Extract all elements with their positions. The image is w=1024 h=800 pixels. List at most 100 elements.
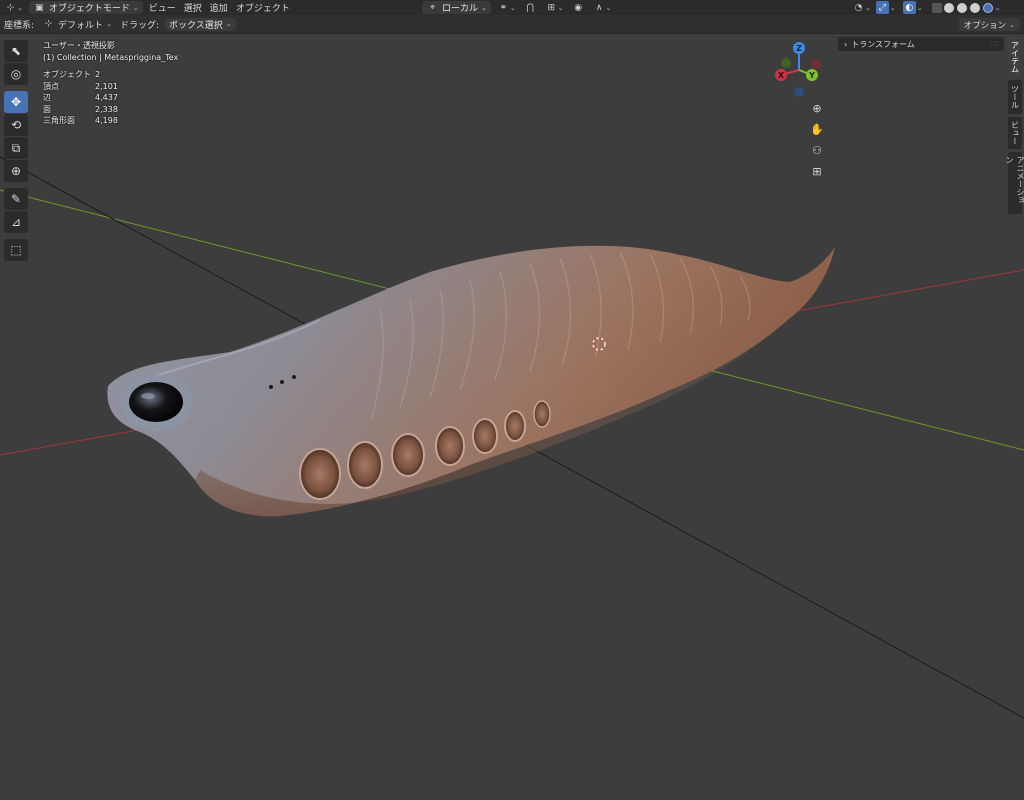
scene-statistics: オブジェクト 2 頂点 2,101 辺 4,437 面 2,338 三角形面 4,198	[43, 69, 178, 127]
scale-icon: ⧉	[11, 140, 21, 155]
grid-icon: ⊞	[812, 164, 822, 178]
menu-select[interactable]: 選択	[180, 1, 206, 14]
stat-value: 2	[95, 70, 101, 79]
falloff-button[interactable]: ∧ ⌄	[589, 1, 616, 14]
tab-animation[interactable]: アニメーション	[1005, 152, 1024, 214]
coord-system-dropdown[interactable]: ⊹ デフォルト ⌄	[38, 18, 116, 31]
editor-header: ⊹ ⌄ ▣ オブジェクトモード ⌄ ビュー 選択 追加 オブジェクト ⌖ ローカル…	[0, 0, 1024, 15]
wireframe-shading-icon[interactable]	[943, 2, 954, 13]
stat-value: 4,198	[95, 116, 118, 125]
stat-label: 辺	[43, 93, 51, 102]
transform-panel-title: トランスフォーム	[851, 39, 915, 49]
pivot-point-button[interactable]: ⚭ ⌄	[493, 1, 520, 14]
viewport-info-overlay: ユーザー・透視投影 (1) Collection | Metaspriggina…	[43, 40, 178, 127]
object-mode-icon: ▣	[35, 2, 44, 13]
proportional-edit-toggle[interactable]: ◉	[568, 1, 589, 14]
tool-shelf: ⬉ ◎ ✥ ⟲ ⧉ ⊕ ✎ ⊿ ⬚	[4, 40, 32, 262]
menu-object[interactable]: オブジェクト	[232, 1, 294, 14]
chevron-down-icon: ⌄	[889, 3, 896, 12]
eye-icon: ◔	[854, 2, 863, 13]
material-shading-icon[interactable]	[969, 2, 980, 13]
orientation-icon: ⌖	[429, 2, 436, 13]
zoom-button[interactable]: ⊕	[807, 99, 827, 117]
stat-label: 面	[43, 104, 51, 114]
chevron-down-icon: ⌄	[106, 20, 112, 28]
move-tool[interactable]: ✥	[4, 91, 28, 113]
stat-value: 4,437	[95, 93, 118, 102]
transform-icon: ⊕	[10, 164, 22, 178]
pencil-icon: ✎	[10, 192, 22, 206]
3d-viewport[interactable]: ⬉ ◎ ✥ ⟲ ⧉ ⊕ ✎ ⊿ ⬚ ユーザー・透視投影 (1) Collecti…	[0, 35, 1024, 800]
camera-icon: ⚇	[812, 143, 822, 157]
gizmo-y-label: Y	[808, 71, 815, 80]
move-arrows-icon: ✥	[10, 95, 22, 109]
3d-cursor-icon: ◎	[10, 67, 22, 81]
chevron-down-icon: ⌄	[132, 3, 139, 12]
chevron-down-icon: ⌄	[865, 3, 871, 12]
gizmo-z-label: Z	[796, 44, 802, 53]
chevron-down-icon: ⌄	[1009, 20, 1015, 29]
drag-dropdown[interactable]: ボックス選択 ⌄	[164, 17, 236, 31]
coord-system-label: 座標系:	[4, 20, 35, 31]
xray-toggle-icon[interactable]	[931, 2, 942, 13]
visibility-button[interactable]: ◔ ⌄	[848, 1, 875, 14]
coord-axes-icon: ⊹	[44, 19, 53, 29]
metaspriggina-model[interactable]	[107, 245, 836, 517]
pan-button[interactable]: ✋	[807, 120, 827, 138]
mode-dropdown[interactable]: ▣ オブジェクトモード ⌄	[28, 1, 143, 14]
cursor-tool[interactable]: ◎	[4, 63, 28, 85]
gizmo-x-label: X	[778, 71, 785, 80]
sidebar-tabs: アイテム ツール ビュー アニメーション	[1005, 37, 1024, 214]
stat-value: 2,101	[95, 81, 118, 91]
mode-label: オブジェクトモード	[48, 4, 130, 14]
chevron-down-icon: ⌄	[509, 3, 516, 12]
ruler-icon: ⊿	[10, 215, 22, 229]
drag-label: ドラッグ:	[119, 20, 159, 31]
coord-system-value: デフォルト	[58, 20, 104, 31]
solid-shading-icon[interactable]	[956, 2, 967, 13]
rotate-tool[interactable]: ⟲	[4, 114, 28, 136]
stat-label: 頂点	[43, 81, 59, 91]
snap-toggle[interactable]: ⋂	[520, 1, 541, 14]
transform-orientation-dropdown[interactable]: ⌖ ローカル ⌄	[422, 1, 491, 14]
chevron-down-icon: ⌄	[17, 3, 23, 12]
annotate-tool[interactable]: ✎	[4, 188, 28, 210]
view-name: ユーザー・透視投影	[43, 41, 115, 50]
editor-type-icon: ⊹	[6, 2, 15, 13]
drag-handle-icon[interactable]: ∷∷	[991, 40, 999, 48]
stat-label: 三角形面	[43, 116, 75, 125]
tool-settings-header: 座標系: ⊹ デフォルト ⌄ ドラッグ: ボックス選択 ⌄	[0, 15, 1024, 34]
chevron-down-icon: ⌄	[225, 20, 232, 28]
transform-tool[interactable]: ⊕	[4, 160, 28, 182]
snap-target-icon: ⊞	[547, 2, 556, 13]
navigation-gizmo[interactable]: Z X Y	[770, 38, 830, 98]
camera-view-button[interactable]: ⚇	[807, 141, 827, 159]
hand-icon: ✋	[810, 122, 824, 136]
transform-panel-header[interactable]: › トランスフォーム ∷∷	[838, 37, 1004, 51]
scale-tool[interactable]: ⧉	[4, 137, 28, 159]
proportional-edit-icon: ◉	[574, 2, 583, 13]
menu-add[interactable]: 追加	[206, 1, 232, 14]
tab-view[interactable]: ビュー	[1008, 117, 1022, 149]
chevron-down-icon: ⌄	[557, 3, 564, 12]
add-cube-tool[interactable]: ⬚	[4, 239, 28, 261]
magnet-icon: ⋂	[526, 2, 534, 13]
snap-target-button[interactable]: ⊞ ⌄	[541, 1, 568, 14]
chevron-down-icon: ⌄	[605, 3, 612, 12]
tab-tool[interactable]: ツール	[1008, 80, 1022, 114]
editor-type-button[interactable]: ⊹ ⌄	[0, 1, 27, 14]
rendered-shading-icon[interactable]	[982, 2, 993, 13]
overlays-toggle-icon[interactable]: ◐	[902, 1, 916, 14]
chevron-down-icon: ⌄	[916, 3, 923, 12]
tab-item[interactable]: アイテム	[1008, 37, 1022, 77]
select-box-tool[interactable]: ⬉	[4, 40, 28, 62]
perspective-toggle-button[interactable]: ⊞	[807, 162, 827, 180]
pivot-icon: ⚭	[499, 2, 508, 13]
measure-tool[interactable]: ⊿	[4, 211, 28, 233]
chevron-right-icon: ›	[844, 39, 848, 49]
gizmo-toggle-icon[interactable]: ⤢	[875, 1, 889, 14]
collection-line: (1) Collection | Metaspriggina_Tex	[43, 52, 179, 62]
options-dropdown[interactable]: オプション ⌄	[958, 18, 1020, 31]
menu-view[interactable]: ビュー	[145, 1, 180, 14]
rotate-icon: ⟲	[10, 118, 22, 132]
